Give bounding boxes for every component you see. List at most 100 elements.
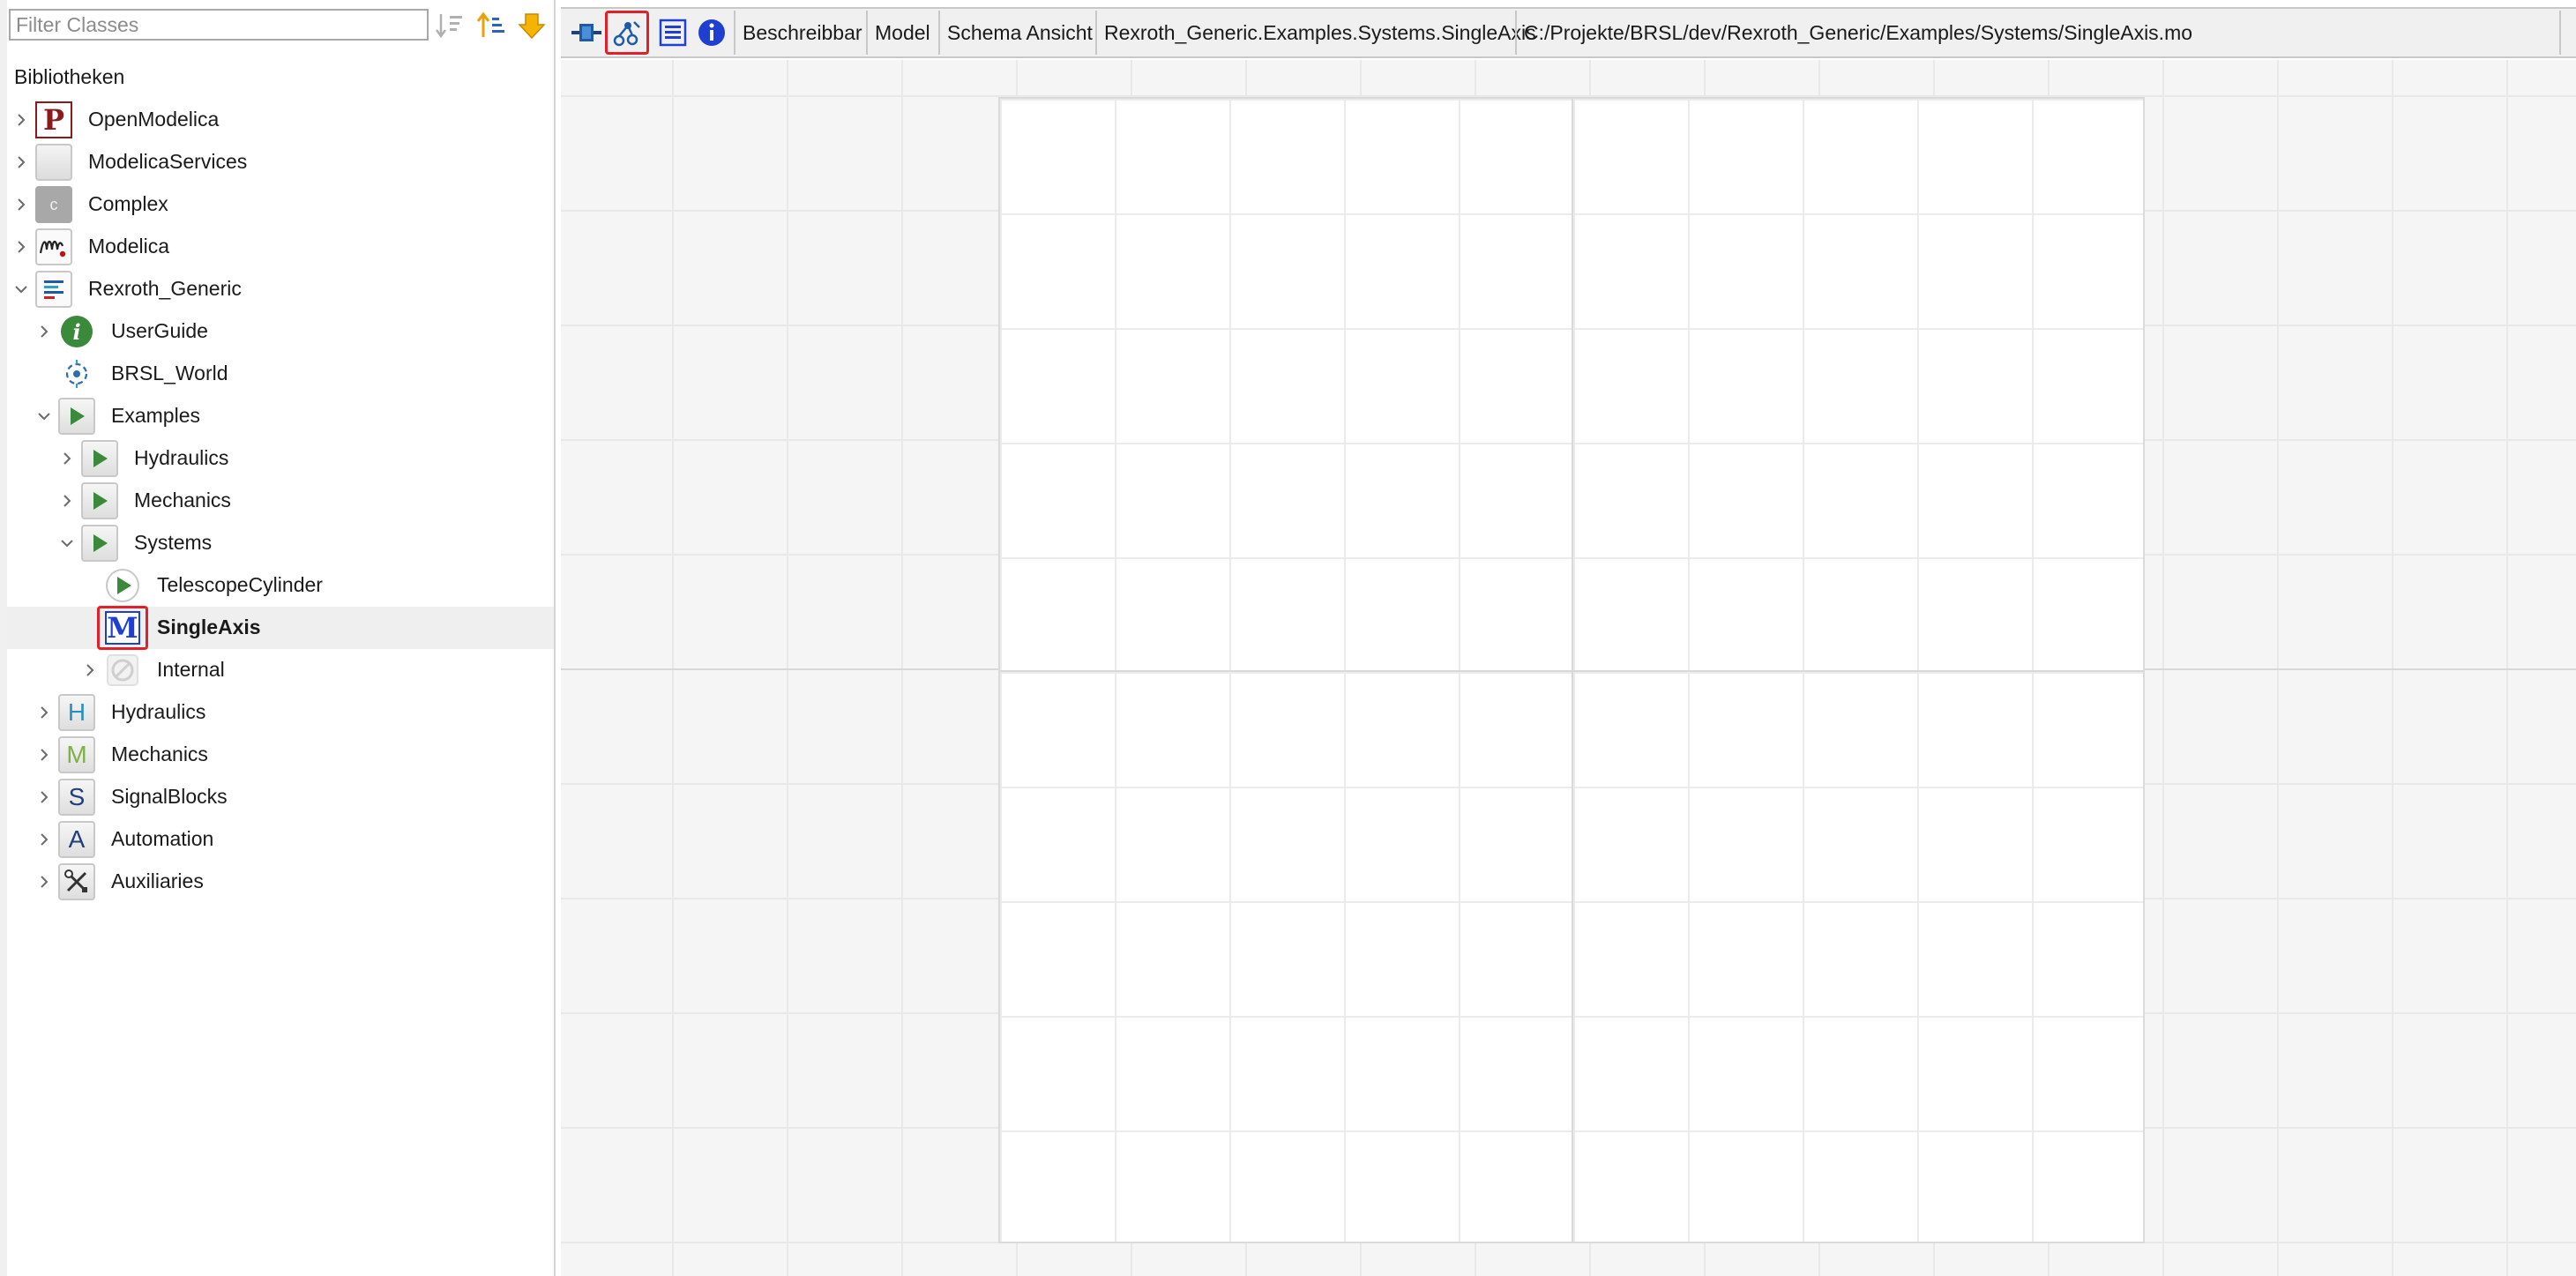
chevron-right-icon[interactable]	[11, 194, 32, 215]
icon-view-button[interactable]	[566, 12, 607, 53]
tree-item-examples-hydraulics[interactable]: Hydraulics	[7, 437, 554, 480]
hydraulics-h-icon: H	[58, 694, 95, 731]
tree-item-label: Complex	[88, 192, 168, 215]
complex-c-icon: c	[35, 186, 72, 223]
chevron-right-icon[interactable]	[34, 829, 55, 850]
toolbar-separator	[1095, 11, 1097, 55]
play-package-icon	[81, 482, 118, 519]
play-package-icon	[58, 398, 95, 435]
tree-item-label: OpenModelica	[88, 108, 220, 131]
tree-item-signalblocks[interactable]: S SignalBlocks	[7, 776, 554, 818]
file-path-label: C:/Projekte/BRSL/dev/Rexroth_Generic/Exa…	[1524, 21, 2193, 44]
toolbar-separator	[866, 11, 868, 55]
chevron-right-icon[interactable]	[34, 787, 55, 808]
tree-item-examples-mechanics[interactable]: Mechanics	[7, 480, 554, 522]
play-package-icon	[81, 525, 118, 562]
filter-row	[7, 0, 554, 53]
tree-item-label: BRSL_World	[111, 362, 228, 384]
writable-status-label: Beschreibbar	[743, 21, 862, 44]
tree-item-systems[interactable]: Systems	[7, 522, 554, 564]
chevron-right-icon[interactable]	[56, 490, 78, 511]
tree-item-label: Mechanics	[111, 742, 208, 765]
tree-item-label: Auxiliaries	[111, 869, 204, 892]
svg-text:i: i	[72, 319, 80, 345]
chevron-down-icon[interactable]	[34, 406, 55, 427]
tree-item-label: Rexroth_Generic	[88, 277, 242, 300]
tree-item-hydraulics[interactable]: H Hydraulics	[7, 691, 554, 734]
model-toolbar: Beschreibbar Model Schema Ansicht Rexrot…	[561, 7, 2576, 58]
sheet-horizontal-axis	[1000, 670, 2143, 672]
tree-item-label: Examples	[111, 404, 200, 427]
documentation-view-button[interactable]	[691, 12, 732, 53]
tree-item-userguide[interactable]: i UserGuide	[7, 310, 554, 353]
tree-item-modelica[interactable]: Modelica	[7, 226, 554, 268]
tree-item-rexroth-generic[interactable]: Rexroth_Generic	[7, 268, 554, 310]
tree-item-mechanics[interactable]: M Mechanics	[7, 734, 554, 776]
chevron-right-icon[interactable]	[11, 236, 32, 257]
tree-item-label: Modelica	[88, 235, 170, 257]
info-green-icon: i	[58, 313, 95, 350]
openmodelica-p-icon: P	[35, 101, 72, 138]
tree-item-examples[interactable]: Examples	[7, 395, 554, 437]
tree-item-label: Mechanics	[134, 489, 231, 511]
toolbar-separator	[1515, 11, 1517, 55]
toolbar-separator	[938, 11, 940, 55]
tree-item-openmodelica[interactable]: P OpenModelica	[7, 99, 554, 141]
world-model-icon	[58, 355, 95, 392]
class-path-label: Rexroth_Generic.Examples.Systems.SingleA…	[1104, 21, 1536, 44]
rexroth-library-icon	[35, 271, 72, 308]
tree-item-label: SignalBlocks	[111, 785, 228, 808]
diagram-sheet[interactable]	[998, 97, 2145, 1243]
model-type-label: Model	[875, 21, 930, 44]
tree-item-automation[interactable]: A Automation	[7, 818, 554, 861]
chevron-right-icon[interactable]	[34, 871, 55, 892]
tree-item-modelicaservices[interactable]: ModelicaServices	[7, 141, 554, 183]
tree-item-auxiliaries[interactable]: Auxiliaries	[7, 861, 554, 903]
tree-item-singleaxis[interactable]: M SingleAxis	[7, 606, 554, 650]
sort-ascending-icon[interactable]	[474, 9, 508, 42]
tree-item-label: UserGuide	[111, 319, 208, 342]
filter-classes-input[interactable]	[9, 9, 429, 41]
tree-item-label: ModelicaServices	[88, 150, 248, 173]
library-browser-panel: Bibliotheken P OpenModelica ModelicaServ…	[0, 0, 556, 1276]
chevron-right-icon[interactable]	[56, 448, 78, 469]
tree-item-label: Hydraulics	[134, 446, 229, 469]
internal-package-icon	[104, 652, 141, 689]
play-example-icon	[104, 567, 141, 604]
model-m-icon-highlighted: M	[97, 606, 148, 650]
sort-descending-icon[interactable]	[434, 9, 467, 42]
play-package-icon	[81, 440, 118, 477]
modelica-logo-icon	[35, 228, 72, 265]
toolbar-separator	[734, 11, 735, 55]
collapse-all-arrow-icon[interactable]	[515, 9, 549, 42]
tree-item-brsl-world[interactable]: BRSL_World	[7, 353, 554, 395]
libraries-heading: Bibliotheken	[14, 65, 125, 88]
tree-item-label: SingleAxis	[157, 616, 261, 638]
tree-item-internal[interactable]: Internal	[7, 649, 554, 691]
text-view-button[interactable]	[653, 12, 693, 53]
tree-item-label: Automation	[111, 827, 214, 850]
panel-edge	[0, 0, 7, 1276]
tree-item-label: TelescopeCylinder	[157, 573, 323, 596]
view-name-label: Schema Ansicht	[947, 21, 1093, 44]
tree-item-label: Hydraulics	[111, 700, 206, 723]
diagram-canvas[interactable]	[561, 60, 2576, 1276]
chevron-right-icon[interactable]	[11, 152, 32, 173]
tools-icon	[58, 863, 95, 900]
chevron-right-icon[interactable]	[34, 321, 55, 342]
tree-item-complex[interactable]: c Complex	[7, 183, 554, 226]
automation-a-icon: A	[58, 821, 95, 858]
chevron-right-icon[interactable]	[79, 660, 101, 681]
tree-item-telescopecylinder[interactable]: TelescopeCylinder	[7, 564, 554, 607]
package-blank-icon	[35, 144, 72, 181]
toolbar-separator	[2559, 11, 2561, 55]
tree-item-label: Internal	[157, 658, 225, 681]
chevron-right-icon[interactable]	[11, 109, 32, 131]
mechanics-m-icon: M	[58, 736, 95, 773]
chevron-right-icon[interactable]	[34, 744, 55, 765]
signalblocks-s-icon: S	[58, 779, 95, 816]
diagram-view-button-highlighted[interactable]	[605, 11, 649, 55]
chevron-down-icon[interactable]	[11, 279, 32, 300]
chevron-down-icon[interactable]	[56, 533, 78, 554]
chevron-right-icon[interactable]	[34, 702, 55, 723]
